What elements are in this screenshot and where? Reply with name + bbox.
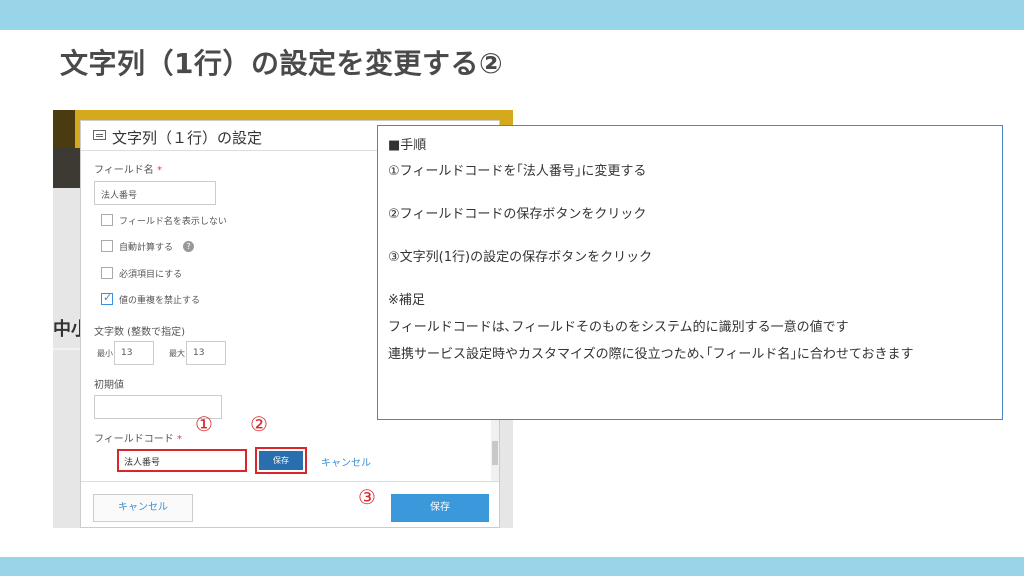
- max-label: 最大: [169, 349, 185, 358]
- marker-two: ②: [250, 412, 268, 436]
- dialog-save-button[interactable]: 保存: [391, 494, 489, 522]
- dialog-cancel-button[interactable]: キャンセル: [93, 494, 193, 522]
- dialog-title: 文字列（１行）の設定: [112, 129, 263, 147]
- auto-calc-checkbox[interactable]: [101, 240, 113, 252]
- field-code-cancel-link[interactable]: キャンセル: [321, 454, 371, 469]
- hide-field-name-checkbox[interactable]: [101, 214, 113, 226]
- field-code-label: フィールドコード *: [94, 434, 182, 445]
- marker-three: ③: [358, 485, 376, 509]
- marker-one: ①: [195, 412, 213, 436]
- step-2: ②フィールドコードの保存ボタンをクリック: [388, 207, 647, 222]
- steps-heading: ■手順: [388, 138, 427, 153]
- field-code-input[interactable]: 法人番号: [117, 449, 247, 472]
- field-name-input[interactable]: 法人番号: [94, 181, 216, 205]
- help-icon[interactable]: ?: [183, 241, 194, 252]
- char-count-label: 文字数 (整数で指定): [94, 327, 185, 338]
- bottom-band: [0, 557, 1024, 576]
- auto-calc-label: 自動計算する: [119, 243, 174, 253]
- field-name-label: フィールド名 *: [94, 165, 162, 176]
- scrollbar-thumb[interactable]: [492, 441, 498, 465]
- dialog-footer-divider: [81, 481, 499, 482]
- note-line-2: 連携サービス設定時やカスタマイズの際に役立つため､｢フィールド名｣に合わせておき…: [388, 347, 914, 362]
- background-item: [53, 348, 83, 350]
- slide-title: 文字列（1行）の設定を変更する②: [60, 47, 504, 80]
- field-code-save-highlight: 保存: [255, 447, 307, 474]
- note-heading: ※補足: [388, 293, 425, 308]
- min-length-input[interactable]: 13: [114, 341, 154, 365]
- no-duplicate-label: 値の重複を禁止する: [119, 296, 201, 306]
- note-line-1: フィールドコードは､フィールドそのものをシステム的に識別する一意の値です: [388, 320, 849, 335]
- no-duplicate-checkbox[interactable]: [101, 291, 113, 305]
- hide-field-name-label: フィールド名を表示しない: [119, 217, 227, 227]
- default-value-label: 初期値: [94, 380, 124, 391]
- step-3: ③文字列(1行)の設定の保存ボタンをクリック: [388, 250, 653, 265]
- min-label: 最小: [97, 349, 113, 358]
- step-1: ①フィールドコードを｢法人番号｣に変更する: [388, 164, 647, 179]
- field-code-save-button[interactable]: 保存: [259, 451, 303, 470]
- max-length-input[interactable]: 13: [186, 341, 226, 365]
- field-type-icon: [93, 130, 106, 140]
- instructions-box: ■手順 ①フィールドコードを｢法人番号｣に変更する ②フィールドコードの保存ボタ…: [377, 125, 1003, 420]
- top-band: [0, 0, 1024, 30]
- required-label: 必須項目にする: [119, 270, 183, 280]
- required-checkbox[interactable]: [101, 267, 113, 279]
